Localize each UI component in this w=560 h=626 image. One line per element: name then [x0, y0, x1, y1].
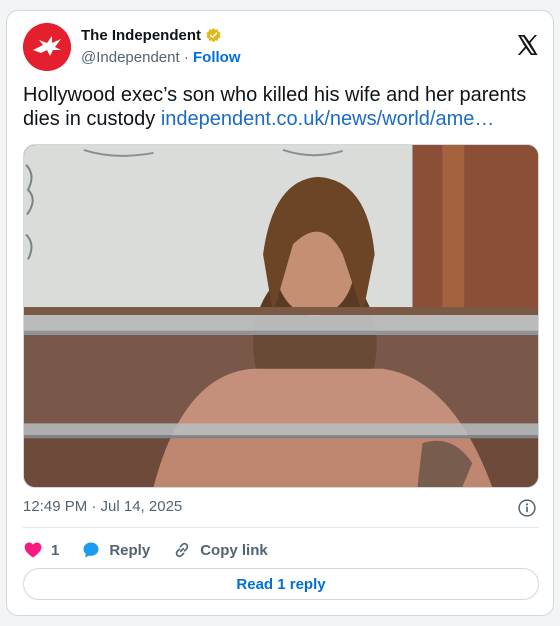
- read-replies-button[interactable]: Read 1 reply: [23, 568, 539, 600]
- link-icon: [175, 542, 189, 558]
- action-bar: 1 Reply Copy link: [23, 537, 290, 563]
- heart-icon: [24, 542, 42, 558]
- like-button[interactable]: 1: [23, 540, 59, 560]
- reply-button[interactable]: Reply: [81, 540, 150, 560]
- timestamp-row: 12:49 PM · Jul 14, 2025: [23, 498, 539, 522]
- reply-label: Reply: [109, 541, 151, 559]
- verified-badge-icon: [206, 28, 221, 43]
- display-name[interactable]: The Independent: [81, 27, 201, 44]
- separator: ·: [183, 49, 189, 66]
- independent-eagle-logo-icon: [23, 23, 71, 71]
- reply-bubble-icon: [83, 542, 99, 558]
- tweet-card: The Independent @Independent · Follow Ho…: [6, 10, 554, 616]
- copy-link-label: Copy link: [200, 541, 268, 559]
- info-icon[interactable]: [517, 498, 537, 518]
- article-link[interactable]: independent.co.uk/news/world/ame…: [161, 108, 495, 130]
- x-logo-icon[interactable]: [515, 33, 539, 57]
- handle-row: @Independent · Follow: [81, 49, 241, 66]
- tweet-text: Hollywood exec’s son who killed his wife…: [23, 83, 535, 131]
- courtroom-photo: [24, 145, 538, 487]
- name-row: The Independent: [81, 27, 222, 44]
- copy-link-button[interactable]: Copy link: [172, 540, 268, 560]
- divider: [23, 527, 539, 528]
- tweet-image[interactable]: [23, 144, 539, 488]
- tweet-header: The Independent @Independent · Follow: [23, 23, 539, 71]
- avatar[interactable]: [23, 23, 71, 71]
- follow-button[interactable]: Follow: [193, 49, 241, 66]
- like-count: 1: [51, 541, 60, 559]
- timestamp[interactable]: 12:49 PM · Jul 14, 2025: [23, 498, 182, 515]
- handle[interactable]: @Independent: [81, 49, 180, 66]
